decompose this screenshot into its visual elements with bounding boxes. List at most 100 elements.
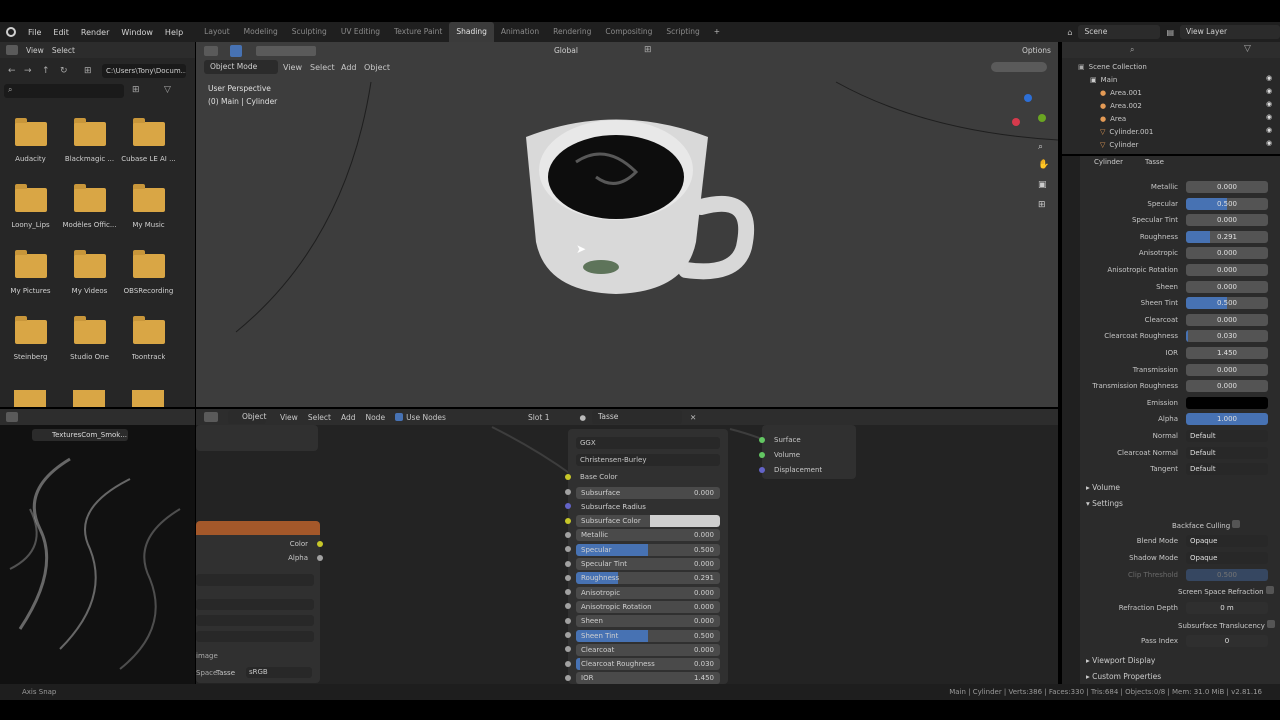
- pass-index-row[interactable]: Pass Index 0: [1082, 634, 1278, 648]
- folder-item[interactable]: My Music: [119, 184, 178, 242]
- filter-icon[interactable]: ▽: [164, 85, 171, 95]
- property-row[interactable]: IOR 1.450: [1082, 346, 1278, 360]
- input-slider[interactable]: Anisotropic Rotation 0.000: [576, 600, 720, 613]
- transform-orientation[interactable]: Global: [548, 44, 594, 58]
- input-slider[interactable]: Subsurface Radius: [576, 501, 720, 513]
- refraction-depth-field[interactable]: 0 m: [1186, 602, 1268, 614]
- displacement-socket[interactable]: [759, 467, 765, 473]
- normal-row[interactable]: Normal Default: [1082, 429, 1278, 443]
- input-socket[interactable]: [565, 546, 571, 553]
- folder-item[interactable]: My Pictures: [1, 250, 60, 308]
- volume-socket[interactable]: [759, 452, 765, 458]
- property-slider[interactable]: 0.500: [1186, 297, 1268, 310]
- pan-hand-icon[interactable]: ✋: [1038, 160, 1049, 170]
- node-input-row[interactable]: Subsurface 0.000: [565, 486, 720, 499]
- snap-icon[interactable]: ⊞: [644, 45, 652, 55]
- camera-icon[interactable]: ▣: [1038, 180, 1047, 190]
- input-slider[interactable]: Subsurface Color: [576, 515, 720, 528]
- editor-type-icon[interactable]: [204, 46, 218, 56]
- outliner-row[interactable]: ▽ Cylinder: [1078, 138, 1278, 151]
- property-row[interactable]: Specular 0.500: [1082, 197, 1278, 211]
- property-slider[interactable]: 0.000: [1186, 380, 1268, 393]
- fb-menu-select[interactable]: Select: [52, 46, 75, 55]
- tab-scripting[interactable]: Scripting: [659, 22, 706, 42]
- folder-item[interactable]: Audacity: [1, 118, 60, 176]
- property-slider[interactable]: 0.000: [1186, 181, 1268, 193]
- viewport-shading-icons[interactable]: [991, 62, 1047, 72]
- input-slider[interactable]: Subsurface 0.000: [576, 486, 720, 499]
- interpolation-select[interactable]: [196, 599, 314, 610]
- folder-item[interactable]: OBSRecording: [119, 250, 178, 308]
- node-input-row[interactable]: Anisotropic 0.000: [565, 586, 720, 599]
- folder-item[interactable]: Toontrack: [119, 316, 178, 374]
- node-input-row[interactable]: Anisotropic Rotation 0.000: [565, 600, 720, 613]
- color-space-select[interactable]: sRGB: [246, 667, 312, 678]
- input-socket[interactable]: [565, 560, 571, 567]
- grid-icon[interactable]: ⊞: [1038, 200, 1046, 210]
- clearcoat-normal-row[interactable]: Clearcoat Normal Default: [1082, 446, 1278, 460]
- node-input-row[interactable]: Roughness 0.291: [565, 572, 720, 585]
- outliner-row-scene[interactable]: ▣ Scene Collection: [1078, 60, 1278, 73]
- input-socket[interactable]: [565, 574, 571, 581]
- file-search-input[interactable]: [4, 84, 124, 98]
- projection-select[interactable]: [196, 615, 314, 626]
- folder-item[interactable]: Studio One: [60, 316, 119, 374]
- material-output-node[interactable]: Surface Volume Displacement: [759, 425, 856, 479]
- menu-window[interactable]: Window: [115, 28, 159, 37]
- input-slider[interactable]: Sheen 0.000: [576, 615, 720, 628]
- input-socket[interactable]: [565, 589, 571, 596]
- eye-icon[interactable]: ◉: [1266, 124, 1278, 137]
- property-slider[interactable]: 0.000: [1186, 247, 1268, 260]
- property-slider[interactable]: 0.000: [1186, 214, 1268, 227]
- input-slider[interactable]: Roughness 0.291: [576, 572, 720, 585]
- tangent-row[interactable]: Tangent Default: [1082, 462, 1278, 476]
- property-slider[interactable]: 0.000: [1186, 363, 1268, 376]
- property-row[interactable]: Clearcoat Roughness 0.030: [1082, 329, 1278, 343]
- input-socket[interactable]: [565, 632, 571, 638]
- input-socket[interactable]: [565, 517, 571, 524]
- node-input-row[interactable]: Metallic 0.000: [565, 529, 720, 542]
- input-socket[interactable]: [565, 503, 571, 510]
- shadow-mode-select[interactable]: Opaque: [1186, 552, 1268, 564]
- tab-uv-editing[interactable]: UV Editing: [334, 22, 387, 42]
- refresh-icon[interactable]: ↻: [60, 66, 68, 76]
- display-mode-icon[interactable]: ⊞: [132, 85, 140, 95]
- 3d-viewport[interactable]: Global ⊞ Options Object Mode View Select…: [196, 42, 1058, 407]
- input-slider[interactable]: Sheen Tint 0.500: [576, 629, 720, 642]
- outliner-row[interactable]: ● Area.002: [1078, 99, 1278, 112]
- distribution-select[interactable]: GGX: [576, 437, 720, 449]
- node-input-row[interactable]: Clearcoat 0.000: [565, 643, 720, 656]
- bookmark-icon[interactable]: ⊞: [84, 66, 92, 76]
- folder-item[interactable]: Modèles Offic...: [60, 184, 119, 242]
- alpha-slider[interactable]: 1.000: [1186, 413, 1268, 425]
- property-slider[interactable]: 0.000: [1186, 313, 1268, 326]
- parent-dir-icon[interactable]: ↑: [42, 66, 50, 76]
- outliner-row[interactable]: ● Area: [1078, 112, 1278, 125]
- folder-item[interactable]: Cubase LE AI ...: [119, 118, 178, 176]
- tab-layout[interactable]: Layout: [197, 22, 237, 42]
- node-input-row[interactable]: Specular Tint 0.000: [565, 558, 720, 571]
- vp-menu-object[interactable]: Object: [364, 63, 390, 72]
- select-tool-icon[interactable]: [230, 45, 242, 57]
- shadow-mode-row[interactable]: Shadow Mode Opaque: [1082, 551, 1278, 565]
- fb-menu-view[interactable]: View: [26, 46, 44, 55]
- node-input-row[interactable]: Subsurface Radius: [565, 500, 720, 513]
- input-slider[interactable]: Anisotropic 0.000: [576, 586, 720, 599]
- input-slider[interactable]: Clearcoat Roughness 0.030: [576, 658, 720, 671]
- input-slider[interactable]: Specular 0.500: [576, 543, 720, 556]
- image-editor-panel[interactable]: TexturesCom_Smok...: [0, 409, 195, 684]
- options-button[interactable]: Options: [1016, 44, 1057, 58]
- property-row[interactable]: Anisotropic Rotation 0.000: [1082, 263, 1278, 277]
- tab-sculpting[interactable]: Sculpting: [285, 22, 334, 42]
- eye-icon[interactable]: ◉: [1266, 137, 1278, 150]
- node-input-row[interactable]: Clearcoat Roughness 0.030: [565, 658, 720, 671]
- tab-texture-paint[interactable]: Texture Paint: [387, 22, 449, 42]
- outliner-row[interactable]: ▽ Cylinder.001: [1078, 125, 1278, 138]
- normal-value[interactable]: Default: [1186, 430, 1268, 442]
- custom-props-header[interactable]: ▸ Custom Properties: [1086, 672, 1161, 681]
- input-slider[interactable]: Clearcoat 0.000: [576, 643, 720, 656]
- vp-menu-add[interactable]: Add: [341, 63, 357, 72]
- tab-shading[interactable]: Shading: [449, 22, 494, 42]
- node-input-row[interactable]: Sheen 0.000: [565, 615, 720, 628]
- ssr-checkbox[interactable]: Screen Space Refraction: [1178, 586, 1274, 596]
